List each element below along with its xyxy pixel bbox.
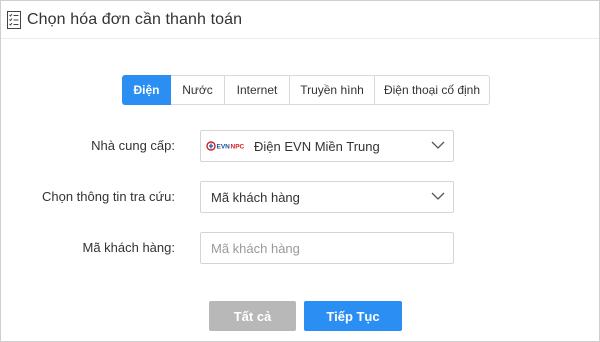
checklist-icon: [7, 10, 21, 29]
continue-button[interactable]: Tiếp Tục: [304, 301, 402, 331]
chevron-down-icon: [431, 141, 445, 149]
lookup-value: Mã khách hàng: [211, 189, 300, 205]
lookup-select[interactable]: Mã khách hàng: [200, 181, 454, 213]
svg-text:NPC: NPC: [231, 144, 245, 151]
service-tabs: Điện Nước Internet Truyền hình Điện thoạ…: [122, 75, 490, 105]
payment-panel: Chọn hóa đơn cần thanh toán Điện Nước In…: [0, 0, 600, 342]
tab-internet[interactable]: Internet: [224, 75, 290, 105]
svg-text:EVN: EVN: [217, 144, 231, 151]
all-button[interactable]: Tất cả: [209, 301, 296, 331]
lookup-row: Chọn thông tin tra cứu: Mã khách hàng: [1, 181, 600, 213]
evn-logo-mark: EVN NPC: [206, 141, 245, 151]
page-title: Chọn hóa đơn cần thanh toán: [27, 10, 243, 28]
lookup-label: Chọn thông tin tra cứu:: [41, 189, 175, 204]
evn-logo: EVN NPC: [206, 137, 244, 155]
customer-code-input[interactable]: [201, 233, 453, 263]
tab-water[interactable]: Nước: [170, 75, 225, 105]
provider-select[interactable]: EVN NPC Điện EVN Miền Trung: [200, 130, 454, 162]
chevron-down-icon: [431, 192, 445, 200]
provider-label: Nhà cung cấp:: [91, 138, 175, 153]
tab-television[interactable]: Truyền hình: [289, 75, 375, 105]
panel-header: Chọn hóa đơn cần thanh toán: [1, 1, 599, 39]
provider-row: Nhà cung cấp: EVN NPC Điện EVN Miền Trun…: [1, 130, 600, 162]
customer-code-field: [200, 232, 454, 264]
tab-electricity[interactable]: Điện: [122, 75, 171, 105]
tab-landline[interactable]: Điện thoại cố định: [374, 75, 490, 105]
customer-code-row: Mã khách hàng:: [1, 232, 600, 264]
customer-code-label: Mã khách hàng:: [82, 240, 175, 255]
provider-value: Điện EVN Miền Trung: [254, 138, 380, 154]
